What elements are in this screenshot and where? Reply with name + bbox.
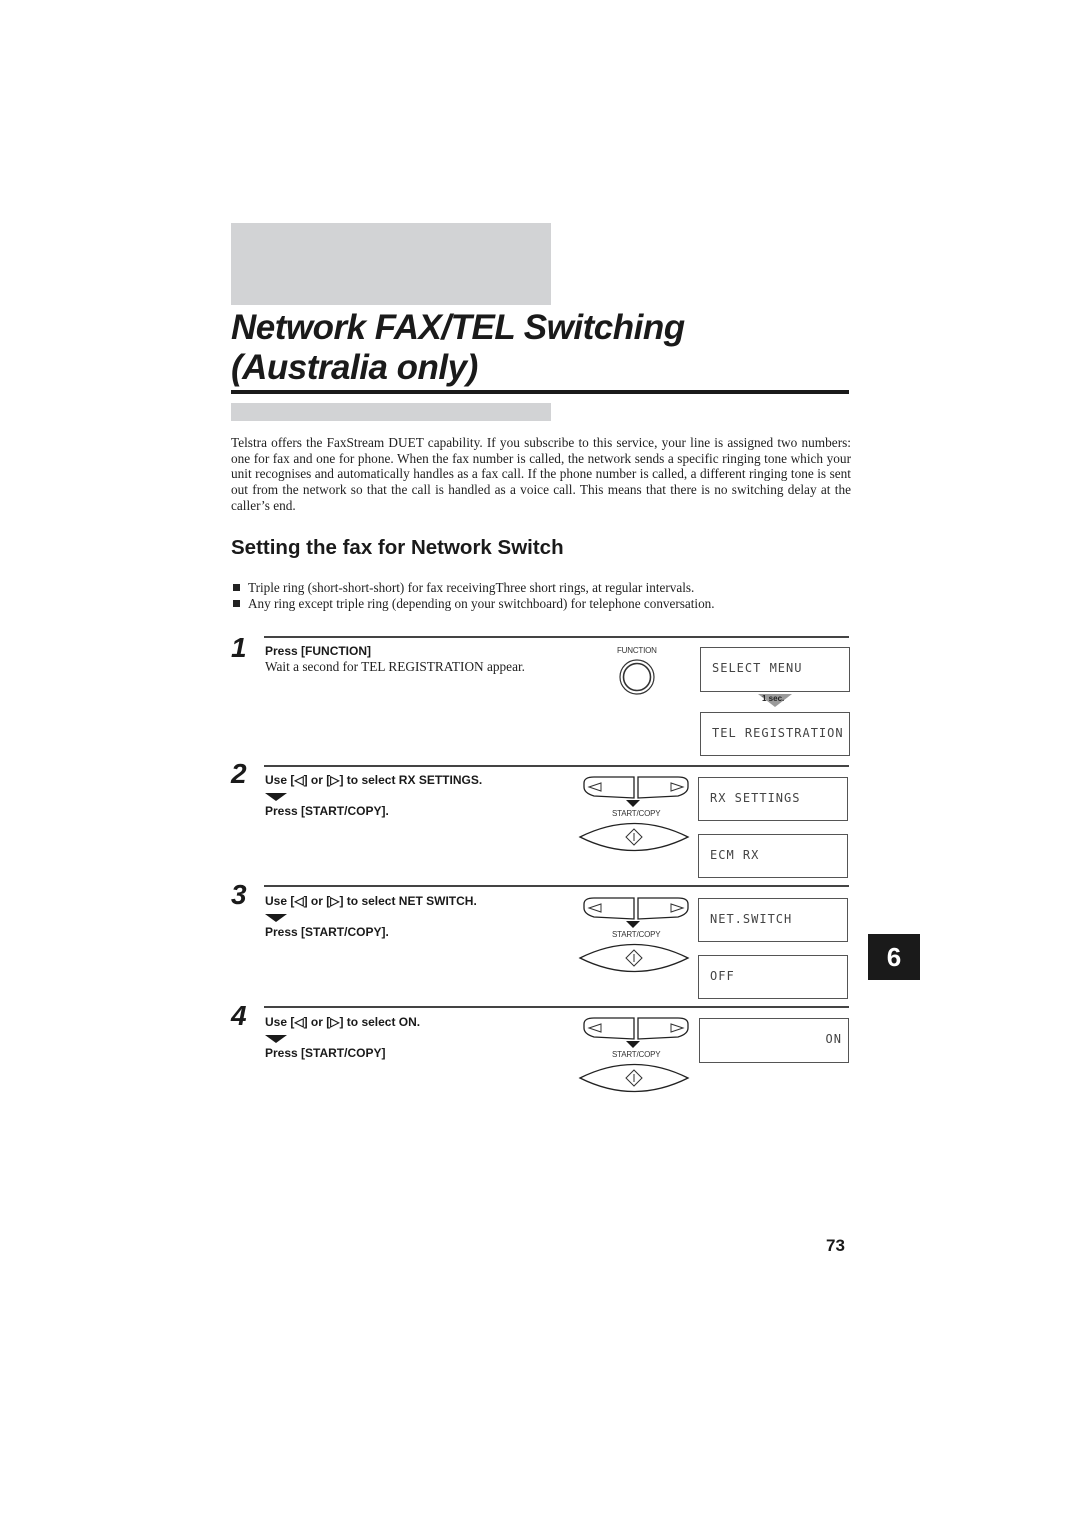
left-arrow-button[interactable] [583, 1017, 635, 1040]
step-number: 2 [231, 758, 247, 789]
step-number: 1 [231, 632, 247, 663]
page-number: 73 [826, 1236, 845, 1255]
lcd-text: RX SETTINGS [710, 791, 801, 805]
lcd-text: ON [825, 1032, 842, 1046]
chapter-tab: 6 [868, 934, 920, 980]
bullet-text: Any ring except triple ring (depending o… [248, 596, 715, 611]
step-number: 4 [231, 1000, 247, 1031]
bullet-item: Triple ring (short-short-short) for fax … [233, 580, 694, 595]
lcd-display: RX SETTINGS [698, 777, 848, 821]
step-note: Wait a second for TEL REGISTRATION appea… [265, 659, 525, 674]
start-copy-button[interactable] [578, 943, 690, 973]
delay-indicator: 1 sec. [758, 694, 792, 708]
step-divider [264, 1006, 849, 1008]
arrow-keys [583, 776, 689, 799]
function-button-outer-ring-icon [619, 659, 655, 695]
bullet-square-icon [233, 584, 240, 591]
lcd-text: NET.SWITCH [710, 912, 793, 926]
step-divider [264, 765, 849, 767]
down-arrow-icon [265, 1035, 287, 1043]
left-arrow-button[interactable] [583, 897, 635, 920]
step-instruction: Press [START/COPY] [265, 1046, 386, 1060]
page-title-line2: (Australia only) [231, 348, 478, 387]
lcd-display: SELECT MENU [700, 647, 850, 692]
step-instruction: Use [◁] or [▷] to select RX SETTINGS. [265, 773, 483, 787]
page-title-line1: Network FAX/TEL Switching [231, 308, 685, 347]
page-title: Network FAX/TEL Switching (Australia onl… [231, 308, 871, 388]
lcd-text: OFF [710, 969, 735, 983]
start-copy-label: START/COPY [612, 809, 661, 818]
start-copy-button[interactable] [578, 822, 690, 852]
bullet-text: Triple ring (short-short-short) for fax … [248, 580, 695, 595]
lcd-display: NET.SWITCH [698, 898, 848, 942]
intro-paragraph: Telstra offers the FaxStream DUET capabi… [231, 435, 851, 513]
down-arrow-icon [265, 914, 287, 922]
header-grey-block [231, 223, 551, 305]
down-arrow-icon [265, 793, 287, 801]
title-rule [231, 390, 849, 394]
step-instruction: Press [START/COPY]. [265, 804, 389, 818]
delay-label: 1 sec. [762, 694, 785, 703]
down-arrow-icon [626, 800, 640, 807]
step-instruction: Press [FUNCTION] [265, 644, 372, 658]
lcd-display: ON [699, 1018, 849, 1063]
subtitle-grey-bar [231, 403, 551, 421]
start-copy-button[interactable] [578, 1063, 690, 1093]
function-button[interactable] [618, 658, 656, 696]
step-divider [264, 636, 849, 638]
arrow-keys [583, 1017, 689, 1040]
down-arrow-icon [626, 921, 640, 928]
lcd-display: ECM RX [698, 834, 848, 878]
right-arrow-button[interactable] [637, 776, 689, 799]
right-arrow-button[interactable] [637, 1017, 689, 1040]
bullet-item: Any ring except triple ring (depending o… [233, 596, 715, 611]
step-instruction: Use [◁] or [▷] to select NET SWITCH. [265, 894, 477, 908]
lcd-text: ECM RX [710, 848, 760, 862]
step-instruction: Press [START/COPY]. [265, 925, 389, 939]
function-button-label: FUNCTION [617, 646, 657, 655]
lcd-display: OFF [698, 955, 848, 999]
left-arrow-button[interactable] [583, 776, 635, 799]
down-arrow-icon [626, 1041, 640, 1048]
arrow-keys [583, 897, 689, 920]
step-divider [264, 885, 849, 887]
step-number: 3 [231, 879, 247, 910]
lcd-display: TEL REGISTRATION [700, 712, 850, 756]
lcd-text: SELECT MENU [712, 661, 803, 675]
section-heading: Setting the fax for Network Switch [231, 536, 564, 559]
start-copy-label: START/COPY [612, 930, 661, 939]
step-instruction: Use [◁] or [▷] to select ON. [265, 1015, 421, 1029]
right-arrow-button[interactable] [637, 897, 689, 920]
function-button-inner-ring-icon [622, 662, 652, 692]
lcd-text: TEL REGISTRATION [712, 726, 844, 740]
start-copy-label: START/COPY [612, 1050, 661, 1059]
bullet-square-icon [233, 600, 240, 607]
